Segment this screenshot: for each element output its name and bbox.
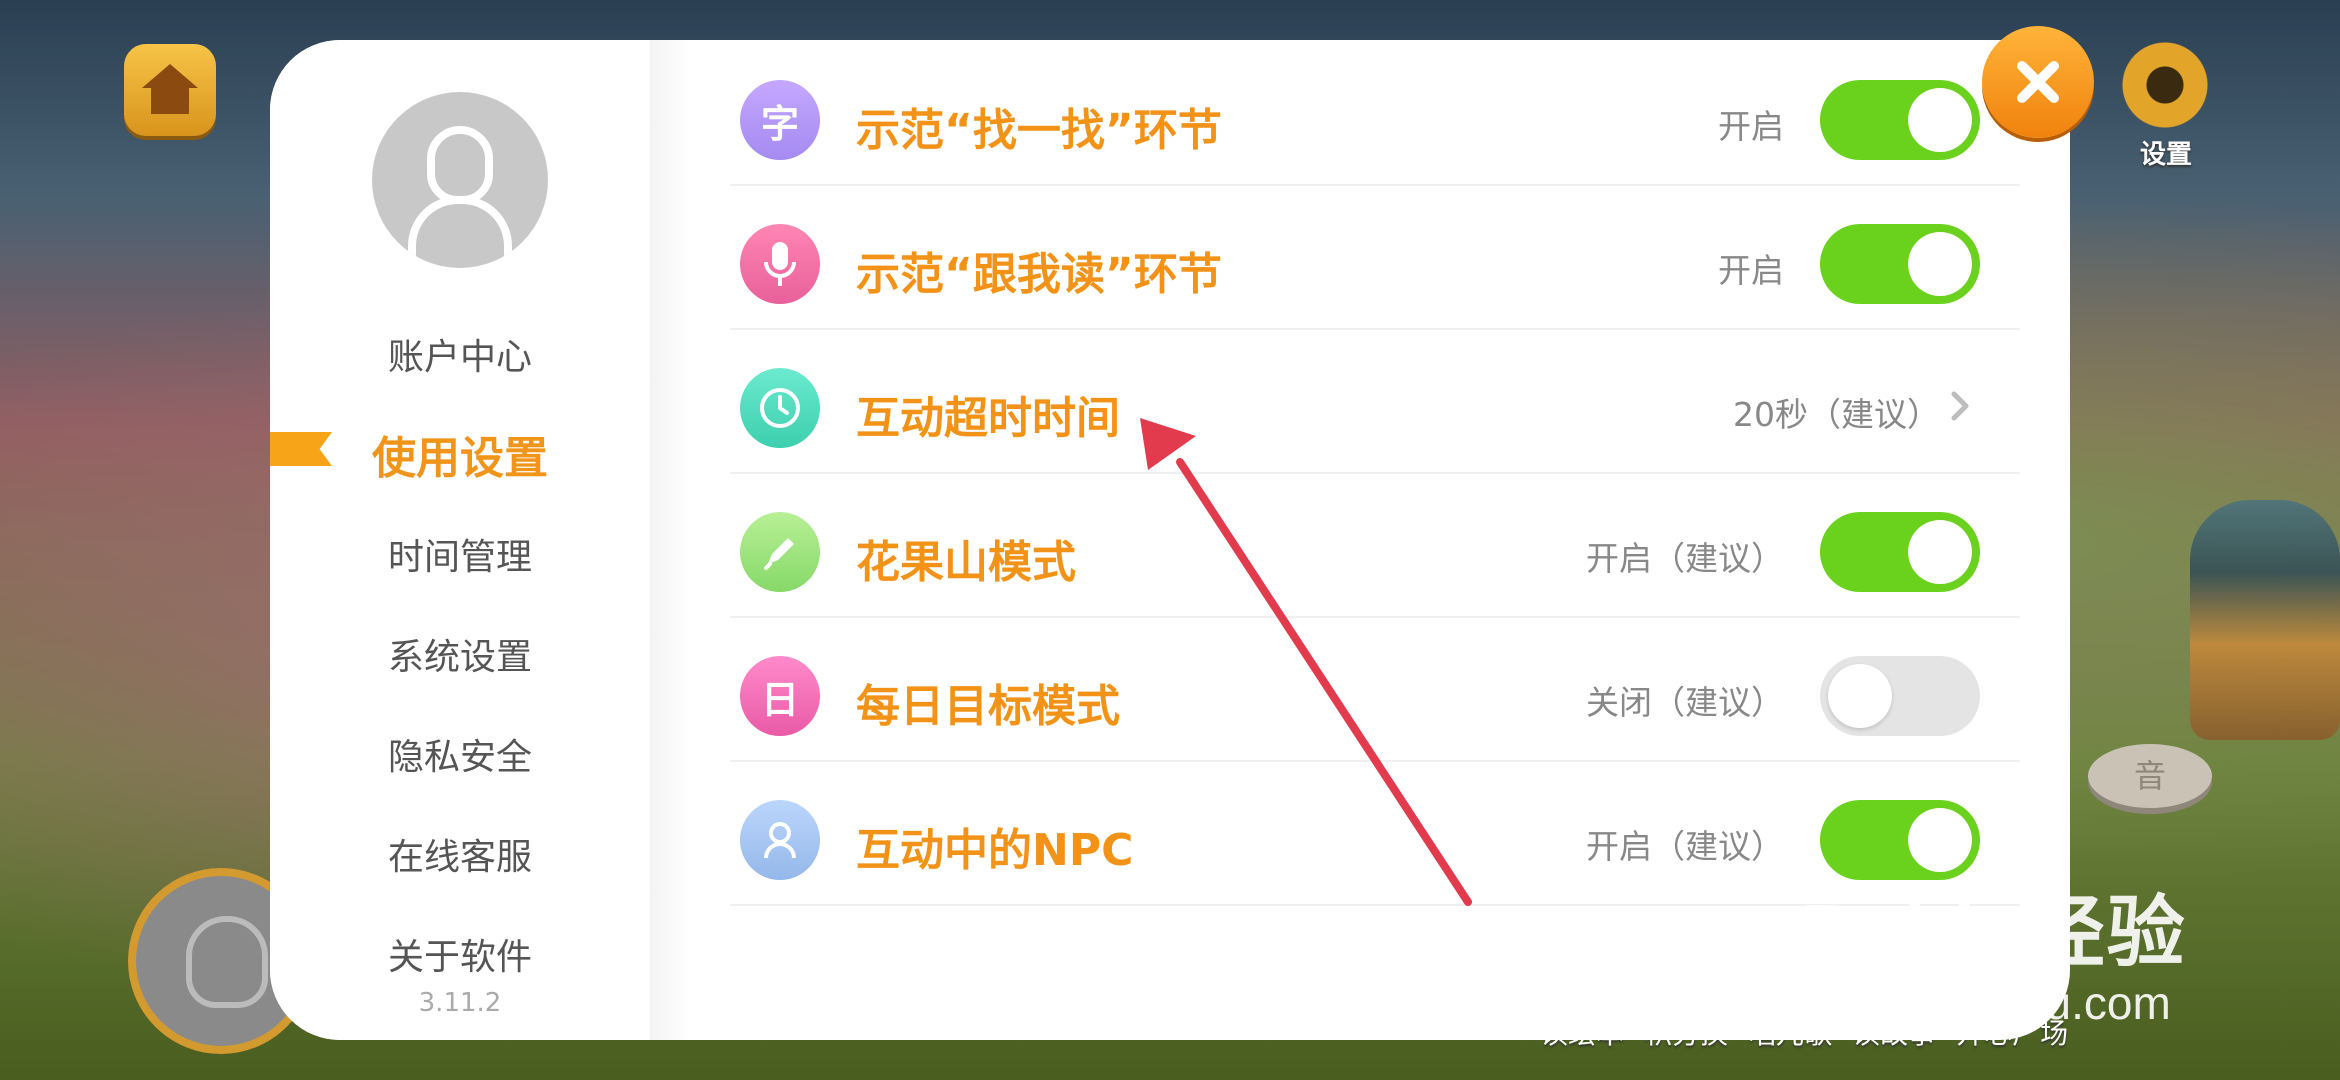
sidebar-item-time-management[interactable]: 时间管理 [270, 528, 650, 580]
app-version: 3.11.2 [418, 988, 502, 1018]
profile-avatar[interactable] [372, 92, 548, 268]
microphone-icon [740, 224, 820, 304]
setting-status: 开启 [1718, 107, 1784, 146]
baidu-watermark: Baidu经验 jingyan.baidu.com [1800, 888, 2187, 1029]
sidebar-item-privacy[interactable]: 隐私安全 [270, 728, 650, 780]
setting-row-timeout[interactable]: 互动超时时间 20秒（建议） [730, 328, 2020, 474]
setting-status: 开启（建议） [1586, 539, 1784, 578]
setting-status: 开启 [1718, 251, 1784, 290]
settings-label: 设置 [2139, 140, 2192, 170]
daily-goal-toggle[interactable] [1820, 656, 1980, 736]
setting-row-huaguoshan: 花果山模式 开启（建议） [730, 472, 2020, 618]
setting-row-read-demo: 示范“跟我读”环节 开启 [730, 184, 2020, 330]
setting-row-find-demo: 字 示范“找一找”环节 开启 [730, 40, 2020, 186]
person-silhouette-icon [427, 126, 493, 204]
pen-icon [740, 512, 820, 592]
huaguoshan-toggle[interactable] [1820, 512, 1980, 592]
settings-sidebar: 账户中心 使用设置 时间管理 系统设置 隐私安全 在线客服 关于软件 3.11.… [270, 40, 650, 1040]
sidebar-item-system-settings[interactable]: 系统设置 [270, 628, 650, 680]
chevron-right-icon[interactable] [1940, 386, 1980, 426]
setting-label: 示范“跟我读”环节 [856, 249, 1222, 300]
read-demo-toggle[interactable] [1820, 224, 1980, 304]
sidebar-item-about[interactable]: 关于软件 [270, 928, 650, 980]
setting-label: 示范“找一找”环节 [856, 105, 1222, 156]
setting-status: 20秒（建议） [1733, 395, 1940, 434]
npc-character [2190, 500, 2340, 740]
person-icon [740, 800, 820, 880]
setting-label: 互动中的NPC [856, 825, 1134, 876]
npc-toggle[interactable] [1820, 800, 1980, 880]
home-button[interactable] [124, 44, 216, 136]
sound-button[interactable]: 音 [2088, 744, 2212, 808]
clock-icon [740, 368, 820, 448]
calendar-ri-icon: 日 [740, 656, 820, 736]
home-icon [142, 64, 198, 88]
sidebar-item-account[interactable]: 账户中心 [270, 328, 650, 380]
panel-divider [650, 40, 690, 1040]
setting-label: 每日目标模式 [856, 681, 1120, 732]
setting-label: 花果山模式 [856, 537, 1076, 588]
setting-status: 关闭（建议） [1586, 683, 1784, 722]
sidebar-item-customer-service[interactable]: 在线客服 [270, 828, 650, 880]
setting-label: 互动超时时间 [856, 393, 1120, 444]
find-demo-toggle[interactable] [1820, 80, 1980, 160]
sidebar-item-usage-settings[interactable]: 使用设置 [270, 422, 650, 486]
zi-character-icon: 字 [740, 80, 820, 160]
gear-icon[interactable] [2110, 30, 2220, 140]
setting-row-daily-goal: 日 每日目标模式 关闭（建议） [730, 616, 2020, 762]
close-button[interactable] [1982, 26, 2094, 138]
setting-status: 开启（建议） [1586, 827, 1784, 866]
close-icon [2017, 61, 2059, 103]
